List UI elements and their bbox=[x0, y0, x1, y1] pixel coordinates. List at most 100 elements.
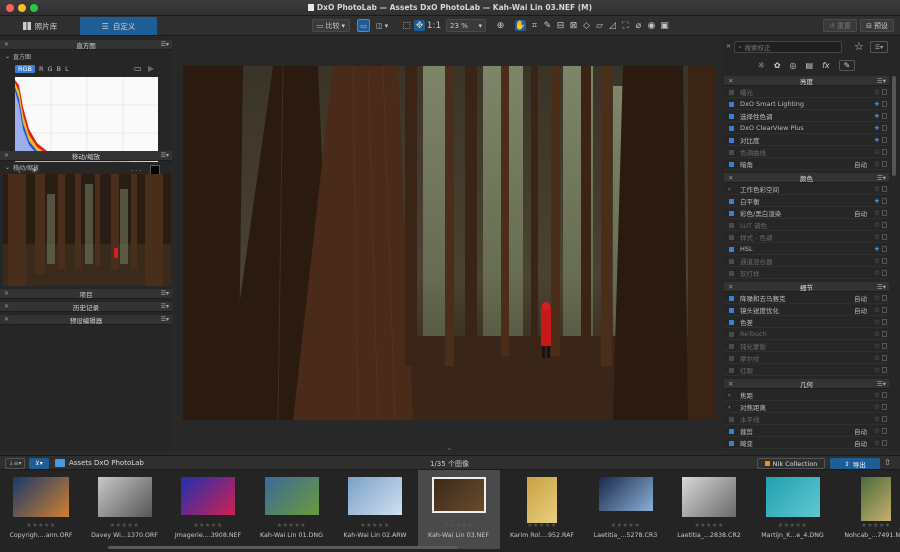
star-icon[interactable]: ☆ bbox=[874, 415, 880, 423]
star-icon[interactable]: ☆ bbox=[874, 160, 880, 168]
star-filled-icon[interactable]: ★ bbox=[874, 100, 880, 108]
rating-stars[interactable]: ★★★★★ bbox=[334, 522, 416, 529]
enable-toggle[interactable] bbox=[729, 210, 734, 216]
filmstrip-thumbnail[interactable]: ★★★★★ Kah-Wai Lin 02.ARW bbox=[334, 470, 416, 549]
pin-icon[interactable] bbox=[882, 210, 887, 216]
preset-editor-panel-header[interactable]: ✕ 预设编辑器 ☰▾ bbox=[0, 315, 172, 325]
enable-toggle[interactable] bbox=[729, 295, 734, 301]
filmstrip-thumbnail[interactable]: ★★★★★ Jmagerie....3908.NEF bbox=[167, 470, 249, 549]
fit-screen-icon[interactable]: ✥ bbox=[414, 20, 425, 31]
effects-tab-icon[interactable]: fx bbox=[822, 61, 830, 70]
projects-panel-header[interactable]: ✕ 项目 ☰▾ bbox=[0, 289, 172, 299]
filmstrip-thumbnail[interactable]: ★★★★★ Laetitia_...5278.CR3 bbox=[585, 470, 667, 549]
close-icon[interactable]: ✕ bbox=[4, 303, 9, 310]
rating-stars[interactable]: ★★★★★ bbox=[501, 522, 583, 529]
correction-row[interactable]: 降噪和去马赛克 自动 ☆ bbox=[724, 293, 889, 304]
pin-icon[interactable] bbox=[882, 392, 887, 398]
pin-icon[interactable] bbox=[882, 186, 887, 192]
enable-toggle[interactable] bbox=[729, 89, 734, 95]
navigator-subheader[interactable]: ⌄ 移动/缩放 bbox=[5, 163, 39, 172]
pin-icon[interactable] bbox=[882, 355, 887, 361]
close-icon[interactable]: ✕ bbox=[4, 316, 9, 323]
panel-menu-icon[interactable]: ☰▾ bbox=[161, 41, 169, 48]
channel-l[interactable]: L bbox=[65, 65, 69, 73]
channel-b[interactable]: B bbox=[57, 65, 61, 73]
star-filled-icon[interactable]: ★ bbox=[874, 136, 880, 144]
star-icon[interactable]: ☆ bbox=[874, 88, 880, 96]
star-icon[interactable]: ☆ bbox=[874, 330, 880, 338]
correction-row[interactable]: 彩色/黑白渲染 自动 ☆ bbox=[724, 208, 889, 219]
correction-row[interactable]: 镜头锐度优化 自动 ☆ bbox=[724, 305, 889, 316]
correction-row[interactable]: 水平线 ☆ bbox=[724, 414, 889, 425]
star-icon[interactable]: ☆ bbox=[874, 269, 880, 277]
correction-row[interactable]: 样式 - 色调 ☆ bbox=[724, 232, 889, 243]
correction-row[interactable]: › 对焦距离 ☆ bbox=[724, 402, 889, 413]
enable-toggle[interactable] bbox=[729, 428, 734, 434]
correction-row[interactable]: DxO ClearView Plus ★ bbox=[724, 123, 889, 134]
history-panel-header[interactable]: ✕ 历史记录 ☰▾ bbox=[0, 302, 172, 312]
star-icon[interactable]: ☆ bbox=[874, 366, 880, 374]
pin-icon[interactable] bbox=[882, 234, 887, 240]
star-icon[interactable]: ☆ bbox=[874, 403, 880, 411]
pin-icon[interactable] bbox=[882, 101, 887, 107]
enable-toggle[interactable] bbox=[729, 222, 734, 228]
perspective-icon[interactable]: ⊠ bbox=[568, 20, 579, 31]
star-icon[interactable]: ☆ bbox=[874, 318, 880, 326]
crop-frame-icon[interactable]: ⬚ bbox=[401, 20, 412, 31]
filter-button[interactable]: ⊻▾ bbox=[29, 458, 49, 469]
panel-menu-icon[interactable]: ☰▾ bbox=[877, 283, 886, 291]
star-icon[interactable]: ☆ bbox=[874, 354, 880, 362]
star-icon[interactable]: ☆ bbox=[874, 233, 880, 241]
star-filled-icon[interactable]: ★ bbox=[874, 124, 880, 132]
panel-menu-icon[interactable]: ☰▾ bbox=[877, 174, 886, 182]
chevron-right-icon[interactable]: › bbox=[728, 403, 731, 411]
correction-row[interactable]: 通道混合器 ☆ bbox=[724, 256, 889, 267]
share-icon[interactable]: ⇧ bbox=[884, 458, 891, 467]
control-point-icon[interactable]: ◿ bbox=[607, 20, 618, 31]
star-filled-icon[interactable]: ★ bbox=[874, 112, 880, 120]
pin-icon[interactable] bbox=[882, 125, 887, 131]
pin-icon[interactable] bbox=[882, 428, 887, 434]
correction-row[interactable]: › 工作色彩空间 ☆ bbox=[724, 184, 889, 195]
star-icon[interactable]: ☆ bbox=[874, 257, 880, 265]
nik-collection-button[interactable]: Nik Collection bbox=[757, 458, 825, 469]
rating-stars[interactable]: ★★★★★ bbox=[668, 522, 750, 529]
rating-stars[interactable]: ★★★★★ bbox=[84, 522, 166, 529]
single-view-button[interactable]: ▭ bbox=[357, 19, 370, 32]
star-filled-icon[interactable]: ★ bbox=[874, 245, 880, 253]
histogram-panel-header[interactable]: ✕ 直方图 ☰▾ bbox=[0, 40, 172, 50]
enable-toggle[interactable] bbox=[729, 113, 734, 119]
correction-row[interactable]: 裁剪 自动 ☆ bbox=[724, 426, 889, 437]
close-icon[interactable]: ✕ bbox=[4, 41, 9, 48]
correction-row[interactable]: 摩尔纹 ☆ bbox=[724, 353, 889, 364]
star-icon[interactable]: ☆ bbox=[874, 391, 880, 399]
enable-toggle[interactable] bbox=[729, 319, 734, 325]
enable-toggle[interactable] bbox=[729, 416, 734, 422]
pin-icon[interactable] bbox=[882, 416, 887, 422]
enable-toggle[interactable] bbox=[729, 161, 734, 167]
star-icon[interactable]: ☆ bbox=[874, 209, 880, 217]
pin-icon[interactable] bbox=[882, 198, 887, 204]
pin-icon[interactable] bbox=[882, 258, 887, 264]
filmstrip-thumbnail[interactable]: ★★★★★ Kah-Wai Lin 01.DNG bbox=[251, 470, 333, 549]
correction-row[interactable]: LUT 调色 ☆ bbox=[724, 220, 889, 231]
actual-size-button[interactable]: 1:1 bbox=[427, 20, 441, 31]
star-filter-icon[interactable]: ☆ bbox=[854, 40, 864, 53]
star-icon[interactable]: ☆ bbox=[874, 221, 880, 229]
enable-toggle[interactable] bbox=[729, 343, 734, 349]
enable-toggle[interactable] bbox=[729, 101, 734, 107]
enable-toggle[interactable] bbox=[729, 246, 734, 252]
channel-rgb[interactable]: RGB bbox=[15, 65, 36, 73]
pin-icon[interactable] bbox=[882, 246, 887, 252]
section-header[interactable]: ✕ 颜色 ☰▾ bbox=[724, 173, 889, 183]
detail-tab-icon[interactable]: ◎ bbox=[790, 61, 797, 70]
pin-icon[interactable] bbox=[882, 440, 887, 446]
panel-menu-icon[interactable]: ☰▾ bbox=[161, 303, 169, 310]
crop-icon[interactable]: ⌗ bbox=[529, 20, 540, 31]
rating-stars[interactable]: ★★★★★ bbox=[167, 522, 249, 529]
select-icon[interactable]: ⛶ bbox=[620, 20, 631, 31]
light-tab-icon[interactable]: ☼ bbox=[758, 61, 765, 70]
enable-toggle[interactable] bbox=[729, 270, 734, 276]
filmstrip-thumbnail[interactable]: ★★★★★ Laetitia_...2838.CR2 bbox=[668, 470, 750, 549]
pin-icon[interactable] bbox=[882, 404, 887, 410]
